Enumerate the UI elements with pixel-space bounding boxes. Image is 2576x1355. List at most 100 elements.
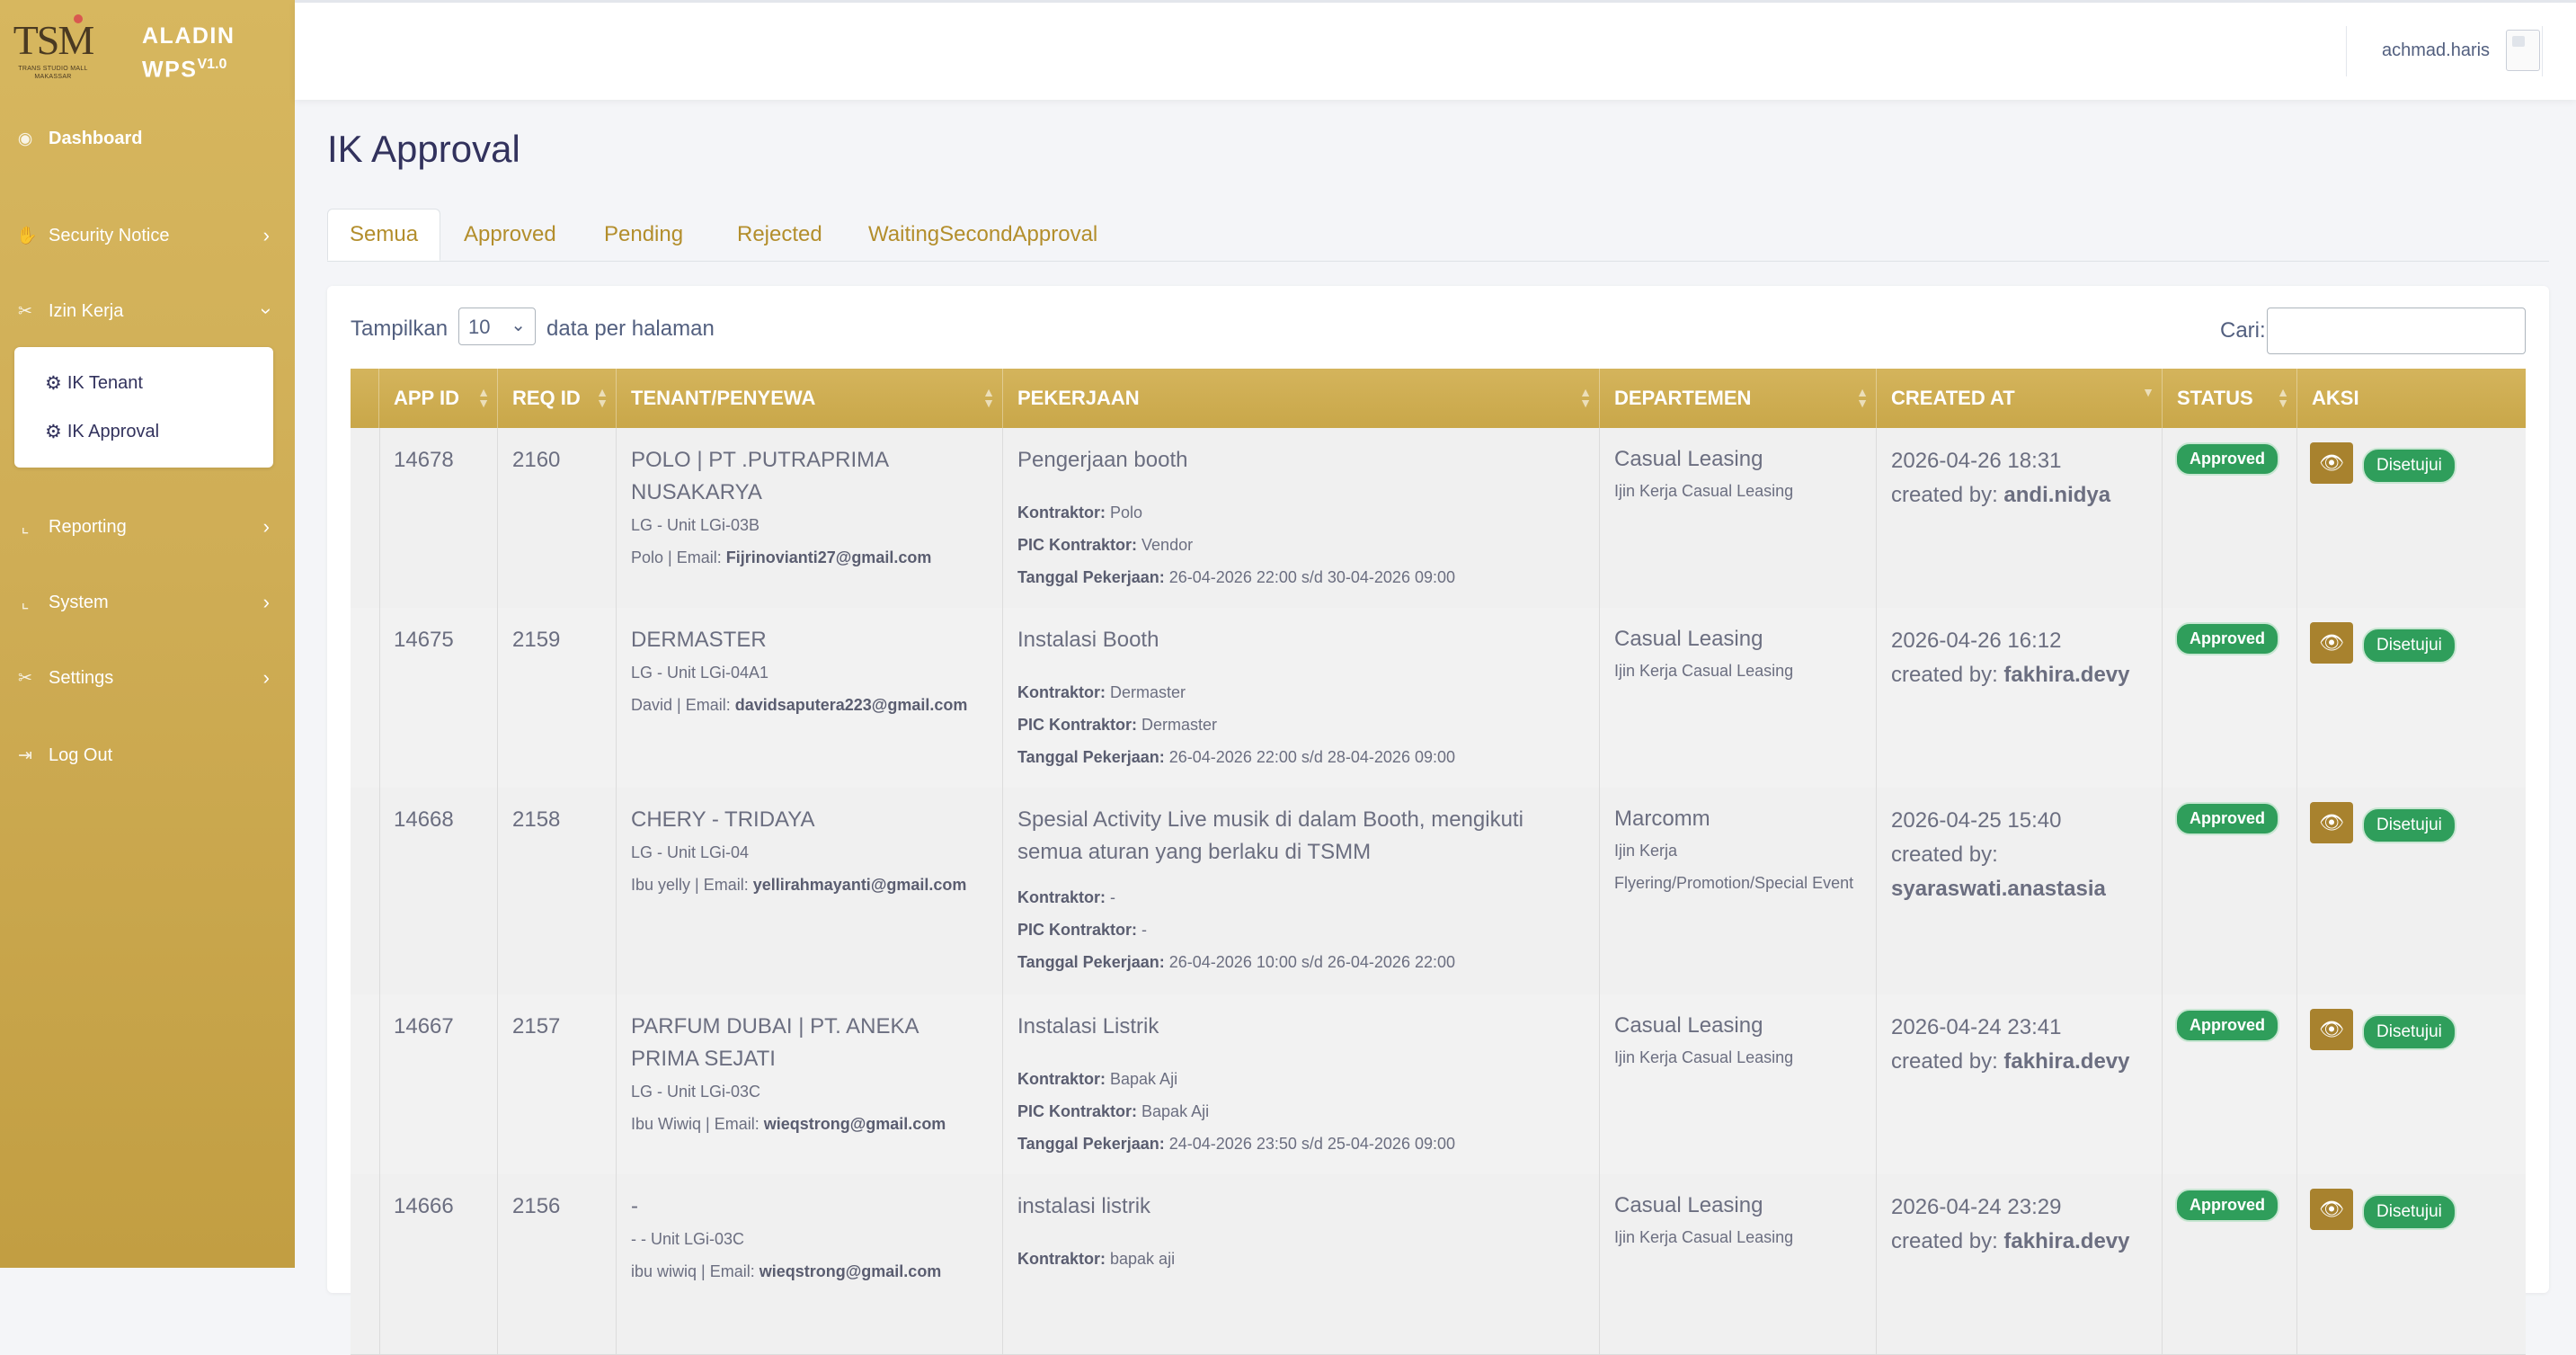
chevron-down-icon: ⌄ — [511, 316, 526, 335]
app-name: ALADIN WPSV1.0 — [142, 22, 235, 84]
column-header-req-id[interactable]: REQ ID ▲ ▼ — [498, 369, 617, 428]
submenu-item-ik-tenant[interactable]: ⚙ IK Tenant — [45, 365, 143, 401]
gear-icon: ⚙ — [45, 421, 62, 442]
logout-icon: ⇥ — [18, 745, 32, 765]
sort-icon: ▲ ▼ — [1856, 385, 1869, 410]
table-row[interactable]: 14668 2158 CHERY - TRIDAYA LG - Unit LGi-04… — [351, 788, 2526, 995]
sidebar-item-settings[interactable]: ✂ Settings › — [0, 655, 295, 701]
username[interactable]: achmad.haris — [2382, 40, 2490, 61]
contact-name: Ibu Wiwiq | Email: — [631, 1115, 759, 1133]
contact-name: ibu wiwiq | Email: — [631, 1262, 755, 1280]
column-header-status[interactable]: STATUS ▲ ▼ — [2163, 369, 2297, 428]
column-header-app-id[interactable]: APP ID ▲ ▼ — [379, 369, 498, 428]
header-label: TENANT/PENYEWA — [631, 387, 816, 409]
field-label: Kontraktor: — [1017, 683, 1106, 701]
eye-icon: 👁 — [2319, 1198, 2344, 1220]
search-input[interactable] — [2267, 308, 2526, 354]
department-sub: Ijin Kerja Casual Leasing — [1614, 1048, 1794, 1066]
cell-aksi: 👁 Disetujui — [2297, 428, 2526, 608]
sidebar-item-logout[interactable]: ⇥ Log Out — [0, 732, 295, 779]
tab-semua[interactable]: Semua — [327, 209, 441, 261]
status-badge: Approved — [2175, 442, 2280, 476]
contractor-value: Polo — [1110, 504, 1143, 521]
job-date: Tanggal Pekerjaan: 26-04-2026 22:00 s/d … — [1017, 561, 1585, 593]
app-name-line1: ALADIN — [142, 23, 235, 49]
cell-req-id: 2159 — [498, 608, 617, 788]
cell-req-id: 2160 — [498, 428, 617, 608]
sidebar-item-izin-kerja[interactable]: ✂ Izin Kerja › — [0, 288, 295, 334]
sidebar: TSM TRANS STUDIO MALL MAKASSAR ALADIN WP… — [0, 0, 295, 1268]
view-detail-button[interactable]: 👁 — [2310, 1189, 2353, 1230]
view-detail-button[interactable]: 👁 — [2310, 1009, 2353, 1050]
job-pic: PIC Kontraktor: Dermaster — [1017, 709, 1585, 741]
sidebar-item-system[interactable]: ⌞ System › — [0, 579, 295, 626]
cell-tenant: CHERY - TRIDAYA LG - Unit LGi-04 Ibu yelly… — [617, 788, 1003, 994]
department: Casual Leasing — [1614, 447, 1763, 471]
approve-button[interactable]: Disetujui — [2362, 1014, 2456, 1050]
sidebar-item-label: Security Notice — [49, 225, 170, 245]
app-name-line2: WPS — [142, 57, 198, 83]
approve-button[interactable]: Disetujui — [2362, 448, 2456, 484]
palette-icon: ◉ — [17, 129, 33, 148]
cell-tenant: PARFUM DUBAI | PT. ANEKA PRIMA SEJATI LG … — [617, 994, 1003, 1174]
top-navbar: achmad.haris — [295, 0, 2576, 100]
req-id: 2160 — [512, 448, 561, 472]
date-value: 26-04-2026 22:00 s/d 28-04-2026 09:00 — [1168, 748, 1456, 766]
view-detail-button[interactable]: 👁 — [2310, 442, 2353, 484]
tsm-logo: TSM TRANS STUDIO MALL MAKASSAR — [13, 9, 94, 92]
contact-name: Polo | Email: — [631, 548, 722, 566]
cell-status: Approved — [2163, 608, 2297, 788]
page-size-suffix: data per halaman — [546, 316, 715, 341]
approve-button[interactable]: Disetujui — [2362, 807, 2456, 843]
job-title: Instalasi Listrik — [1017, 1014, 1159, 1039]
department-sub: Ijin Kerja Casual Leasing — [1614, 662, 1794, 680]
tab-waiting-second-approval[interactable]: WaitingSecondApproval — [847, 209, 1119, 261]
header-label: DEPARTEMEN — [1614, 387, 1752, 409]
eye-icon: 👁 — [2319, 631, 2344, 654]
table-row[interactable]: 14666 2156 - - - Unit LGi-03C ibu wiwiq | Em… — [351, 1174, 2526, 1355]
sidebar-item-reporting[interactable]: ⌞ Reporting › — [0, 504, 295, 550]
page-size-select[interactable]: 10 ⌄ — [458, 308, 536, 345]
cell-pekerjaan: Instalasi Listrik Kontraktor: Bapak Aji PI… — [1003, 994, 1600, 1174]
tab-rejected[interactable]: Rejected — [715, 209, 844, 261]
hand-icon: ✋ — [16, 227, 38, 245]
view-detail-button[interactable]: 👁 — [2310, 622, 2353, 664]
column-header-created-at[interactable]: CREATED AT ▼ — [1877, 369, 2163, 428]
sort-icon: ▲ ▼ — [2277, 385, 2289, 410]
column-header-tenant[interactable]: TENANT/PENYEWA ▲ ▼ — [617, 369, 1003, 428]
approve-button[interactable]: Disetujui — [2362, 628, 2456, 664]
sidebar-item-security-notice[interactable]: ✋ Security Notice › — [0, 212, 295, 259]
tenant-unit: LG - Unit LGi-03B — [631, 516, 760, 534]
field-label: PIC Kontraktor: — [1017, 921, 1138, 939]
eye-icon: 👁 — [2319, 1018, 2344, 1040]
sidebar-item-label: Log Out — [49, 744, 113, 765]
tab-approved[interactable]: Approved — [442, 209, 578, 261]
cell-departemen: Casual Leasing Ijin Kerja Casual Leasing — [1600, 994, 1877, 1174]
job-date: Tanggal Pekerjaan: 24-04-2026 23:50 s/d … — [1017, 1128, 1585, 1160]
table-row[interactable]: 14678 2160 POLO | PT .PUTRAPRIMA NUSAKARYA… — [351, 428, 2526, 609]
column-header-pekerjaan[interactable]: PEKERJAAN ▲ ▼ — [1003, 369, 1600, 428]
cell-departemen: Casual Leasing Ijin Kerja Casual Leasing — [1600, 1174, 1877, 1354]
cell-aksi: 👁 Disetujui — [2297, 994, 2526, 1174]
table-row[interactable]: 14667 2157 PARFUM DUBAI | PT. ANEKA PRIMA … — [351, 994, 2526, 1175]
sidebar-item-label: Reporting — [49, 516, 127, 537]
tab-pending[interactable]: Pending — [582, 209, 705, 261]
brand[interactable]: TSM TRANS STUDIO MALL MAKASSAR ALADIN WP… — [13, 9, 282, 92]
view-detail-button[interactable]: 👁 — [2310, 802, 2353, 843]
approve-button[interactable]: Disetujui — [2362, 1194, 2456, 1230]
approve-button-label: Disetujui — [2376, 1022, 2442, 1041]
approve-button-label: Disetujui — [2376, 816, 2442, 834]
created-at: 2026-04-25 15:40 — [1891, 808, 2062, 833]
chevron-down-icon: › — [255, 308, 279, 315]
department: Marcomm — [1614, 807, 1710, 831]
sidebar-item-dashboard[interactable]: ◉ Dashboard — [0, 115, 295, 162]
sidebar-item-label: Settings — [49, 667, 114, 688]
column-header-departemen[interactable]: DEPARTEMEN ▲ ▼ — [1600, 369, 1877, 428]
avatar[interactable] — [2506, 30, 2540, 71]
submenu-item-ik-approval[interactable]: ⚙ IK Approval — [45, 414, 159, 450]
created-by-label: created by: — [1891, 1049, 1998, 1074]
table-row[interactable]: 14675 2159 DERMASTER LG - Unit LGi-04A1 Davi… — [351, 608, 2526, 789]
job-date: Tanggal Pekerjaan: 26-04-2026 22:00 s/d … — [1017, 741, 1585, 773]
tenant-name: DERMASTER — [631, 628, 767, 652]
field-label: Kontraktor: — [1017, 1250, 1106, 1268]
